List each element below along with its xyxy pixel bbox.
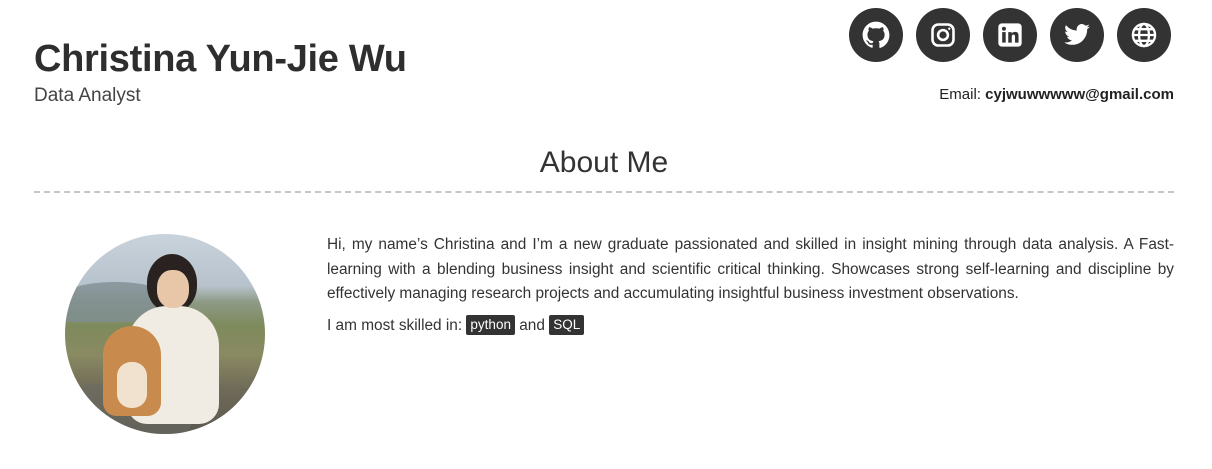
photo-dog-chest: [117, 362, 147, 408]
profile-photo: [65, 234, 265, 434]
twitter-icon: [1064, 24, 1090, 45]
skill-tag-sql: SQL: [549, 314, 585, 335]
twitter-link[interactable]: [1050, 8, 1104, 62]
about-content: Hi, my name’s Christina and I’m a new gr…: [327, 233, 1174, 338]
profile-header: Christina Yun-Jie Wu Data Analyst: [34, 36, 407, 108]
contact-email: Email: cyjwuwwwww@gmail.com: [939, 86, 1174, 103]
skill-tag-python: python: [466, 314, 515, 335]
email-address[interactable]: cyjwuwwwww@gmail.com: [985, 86, 1174, 103]
section-divider: [34, 191, 1174, 193]
social-links: [849, 8, 1171, 62]
instagram-link[interactable]: [916, 8, 970, 62]
photo-person-face: [157, 270, 189, 308]
github-link[interactable]: [849, 8, 903, 62]
about-section-title: About Me: [539, 146, 669, 179]
globe-icon: [1131, 22, 1157, 48]
linkedin-link[interactable]: [983, 8, 1037, 62]
skills-prefix: I am most skilled in:: [327, 316, 463, 334]
instagram-icon: [931, 23, 955, 47]
skills-line: I am most skilled in: python and SQL: [327, 314, 1174, 339]
about-bio: Hi, my name’s Christina and I’m a new gr…: [327, 236, 1174, 302]
website-link[interactable]: [1117, 8, 1171, 62]
profile-name: Christina Yun-Jie Wu: [34, 38, 407, 80]
profile-role: Data Analyst: [34, 85, 141, 106]
email-label: Email:: [939, 86, 981, 103]
skills-joiner: and: [519, 316, 545, 334]
linkedin-icon: [998, 23, 1022, 47]
github-icon: [862, 21, 890, 48]
